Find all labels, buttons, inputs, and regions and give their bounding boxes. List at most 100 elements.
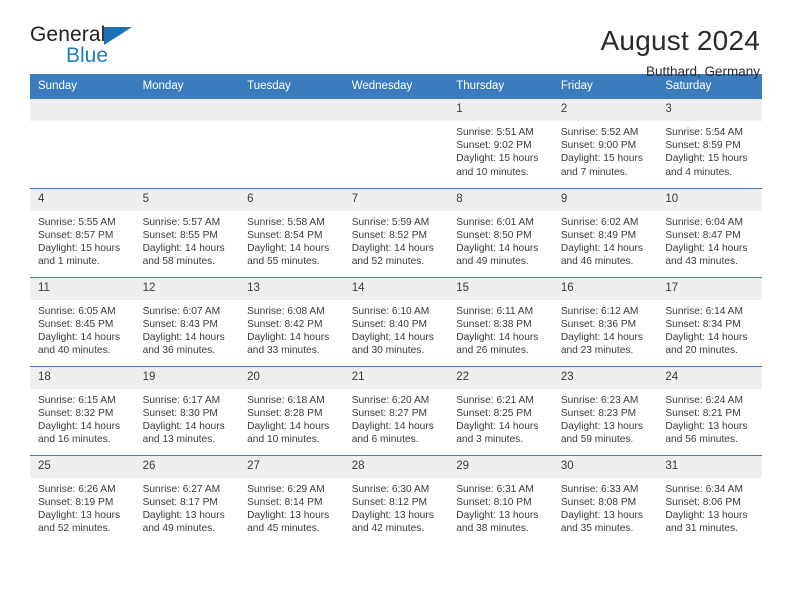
sunset-text: Sunset: 8:25 PM: [456, 407, 532, 419]
calendar-empty-cell: [30, 99, 135, 188]
daylight-text: and 6 minutes.: [351, 434, 419, 446]
calendar-day-cell[interactable]: 2 Sunrise: 5:52 AM Sunset: 9:00 PM Daylight…: [552, 99, 658, 188]
calendar-day-cell[interactable]: 27 Sunrise: 6:29 AM Sunset: 8:14 PM Dayligh…: [239, 454, 344, 544]
daylight-text: Daylight: 14 hours: [247, 331, 330, 343]
sunrise-text: Sunrise: 6:21 AM: [456, 394, 534, 406]
daylight-text: and 42 minutes.: [351, 523, 425, 535]
sunset-text: Sunset: 8:14 PM: [247, 496, 323, 508]
daylight-text: Daylight: 14 hours: [351, 331, 434, 343]
calendar-day-cell[interactable]: 7 Sunrise: 5:59 AM Sunset: 8:52 PM Daylight…: [343, 187, 449, 277]
day-number: 19: [134, 366, 240, 389]
calendar-day-cell[interactable]: 14 Sunrise: 6:10 AM Sunset: 8:40 PM Dayligh…: [343, 276, 449, 366]
calendar-day-cell[interactable]: 25 Sunrise: 6:26 AM Sunset: 8:19 PM Dayligh…: [30, 454, 135, 544]
sunset-text: Sunset: 8:49 PM: [560, 229, 637, 241]
daylight-text: Daylight: 14 hours: [560, 331, 643, 343]
sunrise-text: Sunrise: 6:23 AM: [560, 394, 639, 406]
sunset-text: Sunset: 8:42 PM: [247, 318, 323, 330]
calendar-day-cell[interactable]: 28 Sunrise: 6:30 AM Sunset: 8:12 PM Dayligh…: [343, 454, 449, 544]
day-number: 2: [552, 99, 658, 121]
day-details: Sunrise: 5:52 AM Sunset: 9:00 PM Daylight:…: [553, 121, 658, 179]
weekday-header-tuesday: Tuesday: [239, 74, 344, 99]
day-details: Sunrise: 6:20 AM Sunset: 8:27 PM Daylight:…: [344, 389, 449, 447]
daylight-text: Daylight: 14 hours: [665, 242, 748, 254]
calendar-week-row: 18 Sunrise: 6:15 AM Sunset: 8:32 PM Dayligh…: [30, 365, 762, 455]
daylight-text: Daylight: 14 hours: [665, 331, 748, 343]
calendar-day-cell[interactable]: 24 Sunrise: 6:24 AM Sunset: 8:21 PM Dayligh…: [657, 365, 762, 455]
daylight-text: Daylight: 15 hours: [560, 153, 643, 165]
daylight-text: and 7 minutes.: [560, 166, 628, 178]
calendar-day-cell[interactable]: 11 Sunrise: 6:05 AM Sunset: 8:45 PM Dayligh…: [30, 276, 135, 366]
calendar-day-cell[interactable]: 5 Sunrise: 5:57 AM Sunset: 8:55 PM Daylight…: [134, 187, 240, 277]
sunrise-text: Sunrise: 6:01 AM: [456, 216, 534, 228]
daylight-text: and 43 minutes.: [665, 256, 738, 268]
daylight-text: Daylight: 14 hours: [247, 420, 330, 432]
sunset-text: Sunset: 9:00 PM: [560, 140, 637, 152]
calendar-day-cell[interactable]: 8 Sunrise: 6:01 AM Sunset: 8:50 PM Daylight…: [448, 187, 553, 277]
day-details: Sunrise: 6:26 AM Sunset: 8:19 PM Daylight:…: [30, 478, 135, 536]
daylight-text: Daylight: 13 hours: [560, 420, 643, 432]
calendar-day-cell[interactable]: 17 Sunrise: 6:14 AM Sunset: 8:34 PM Dayligh…: [657, 276, 762, 366]
calendar-day-cell[interactable]: 21 Sunrise: 6:20 AM Sunset: 8:27 PM Dayligh…: [343, 365, 449, 455]
daylight-text: Daylight: 14 hours: [560, 242, 643, 254]
sunrise-text: Sunrise: 6:07 AM: [142, 305, 221, 317]
daylight-text: and 55 minutes.: [247, 256, 320, 268]
calendar-day-cell[interactable]: 13 Sunrise: 6:08 AM Sunset: 8:42 PM Dayligh…: [239, 276, 344, 366]
sunrise-text: Sunrise: 6:05 AM: [38, 305, 116, 317]
day-number: 4: [30, 188, 135, 211]
daylight-text: Daylight: 13 hours: [142, 509, 225, 521]
calendar-day-cell[interactable]: 26 Sunrise: 6:27 AM Sunset: 8:17 PM Dayligh…: [134, 454, 240, 544]
day-number: [343, 99, 449, 121]
calendar-day-cell[interactable]: 18 Sunrise: 6:15 AM Sunset: 8:32 PM Dayligh…: [30, 365, 135, 455]
sunrise-text: Sunrise: 5:51 AM: [456, 127, 534, 138]
day-details: Sunrise: 5:51 AM Sunset: 9:02 PM Daylight:…: [448, 121, 553, 179]
calendar-week-row: 25 Sunrise: 6:26 AM Sunset: 8:19 PM Dayligh…: [30, 454, 762, 544]
sunrise-text: Sunrise: 5:59 AM: [351, 216, 430, 228]
day-number: 17: [657, 277, 762, 300]
daylight-text: Daylight: 14 hours: [247, 242, 330, 254]
day-details: Sunrise: 6:05 AM Sunset: 8:45 PM Daylight:…: [30, 300, 135, 358]
calendar-empty-cell: [239, 99, 344, 188]
calendar-day-cell[interactable]: 15 Sunrise: 6:11 AM Sunset: 8:38 PM Dayligh…: [448, 276, 553, 366]
daylight-text: and 20 minutes.: [665, 345, 738, 357]
day-number: 25: [30, 455, 135, 478]
sunrise-text: Sunrise: 6:33 AM: [560, 483, 639, 495]
sunset-text: Sunset: 9:02 PM: [456, 140, 532, 152]
day-number: 5: [134, 188, 240, 211]
calendar-day-cell[interactable]: 12 Sunrise: 6:07 AM Sunset: 8:43 PM Dayligh…: [134, 276, 240, 366]
calendar-day-cell[interactable]: 3 Sunrise: 5:54 AM Sunset: 8:59 PM Daylight…: [657, 99, 762, 188]
day-details: Sunrise: 6:07 AM Sunset: 8:43 PM Daylight:…: [135, 300, 240, 358]
calendar-day-cell[interactable]: 16 Sunrise: 6:12 AM Sunset: 8:36 PM Dayligh…: [552, 276, 658, 366]
day-number: 6: [239, 188, 344, 211]
sunrise-text: Sunrise: 6:30 AM: [351, 483, 430, 495]
daylight-text: Daylight: 15 hours: [38, 242, 121, 254]
sunset-text: Sunset: 8:21 PM: [665, 407, 741, 419]
calendar-day-cell[interactable]: 31 Sunrise: 6:34 AM Sunset: 8:06 PM Dayligh…: [657, 454, 762, 544]
calendar-day-cell[interactable]: 19 Sunrise: 6:17 AM Sunset: 8:30 PM Dayligh…: [134, 365, 240, 455]
sunrise-text: Sunrise: 6:02 AM: [560, 216, 639, 228]
calendar-day-cell[interactable]: 1 Sunrise: 5:51 AM Sunset: 9:02 PM Daylight…: [448, 99, 553, 188]
calendar-day-cell[interactable]: 9 Sunrise: 6:02 AM Sunset: 8:49 PM Daylight…: [552, 187, 658, 277]
daylight-text: Daylight: 14 hours: [351, 242, 434, 254]
calendar-week-row: 11 Sunrise: 6:05 AM Sunset: 8:45 PM Dayligh…: [30, 276, 762, 366]
sunrise-text: Sunrise: 6:11 AM: [456, 305, 534, 317]
calendar-day-cell[interactable]: 22 Sunrise: 6:21 AM Sunset: 8:25 PM Dayligh…: [448, 365, 553, 455]
daylight-text: Daylight: 13 hours: [456, 509, 539, 521]
calendar-table: Sunday Monday Tuesday Wednesday Thursday…: [30, 74, 762, 544]
calendar-day-cell[interactable]: 23 Sunrise: 6:23 AM Sunset: 8:23 PM Dayligh…: [552, 365, 658, 455]
weekday-header-sunday: Sunday: [30, 74, 135, 99]
calendar-day-cell[interactable]: 29 Sunrise: 6:31 AM Sunset: 8:10 PM Dayligh…: [448, 454, 553, 544]
day-details: Sunrise: 6:21 AM Sunset: 8:25 PM Daylight:…: [448, 389, 553, 447]
calendar-day-cell[interactable]: 10 Sunrise: 6:04 AM Sunset: 8:47 PM Dayligh…: [657, 187, 762, 277]
calendar-day-cell[interactable]: 4 Sunrise: 5:55 AM Sunset: 8:57 PM Daylight…: [30, 187, 135, 277]
calendar-day-cell[interactable]: 30 Sunrise: 6:33 AM Sunset: 8:08 PM Dayligh…: [552, 454, 658, 544]
daylight-text: Daylight: 14 hours: [142, 420, 225, 432]
sunrise-text: Sunrise: 5:57 AM: [142, 216, 221, 228]
weekday-header-thursday: Thursday: [448, 74, 553, 99]
sunrise-text: Sunrise: 6:26 AM: [38, 483, 116, 495]
calendar-day-cell[interactable]: 20 Sunrise: 6:18 AM Sunset: 8:28 PM Dayligh…: [239, 365, 344, 455]
general-blue-logo[interactable]: General Blue: [30, 24, 165, 72]
daylight-text: Daylight: 14 hours: [456, 242, 539, 254]
daylight-text: and 56 minutes.: [665, 434, 738, 446]
calendar-day-cell[interactable]: 6 Sunrise: 5:58 AM Sunset: 8:54 PM Daylight…: [239, 187, 344, 277]
daylight-text: and 26 minutes.: [456, 345, 529, 357]
